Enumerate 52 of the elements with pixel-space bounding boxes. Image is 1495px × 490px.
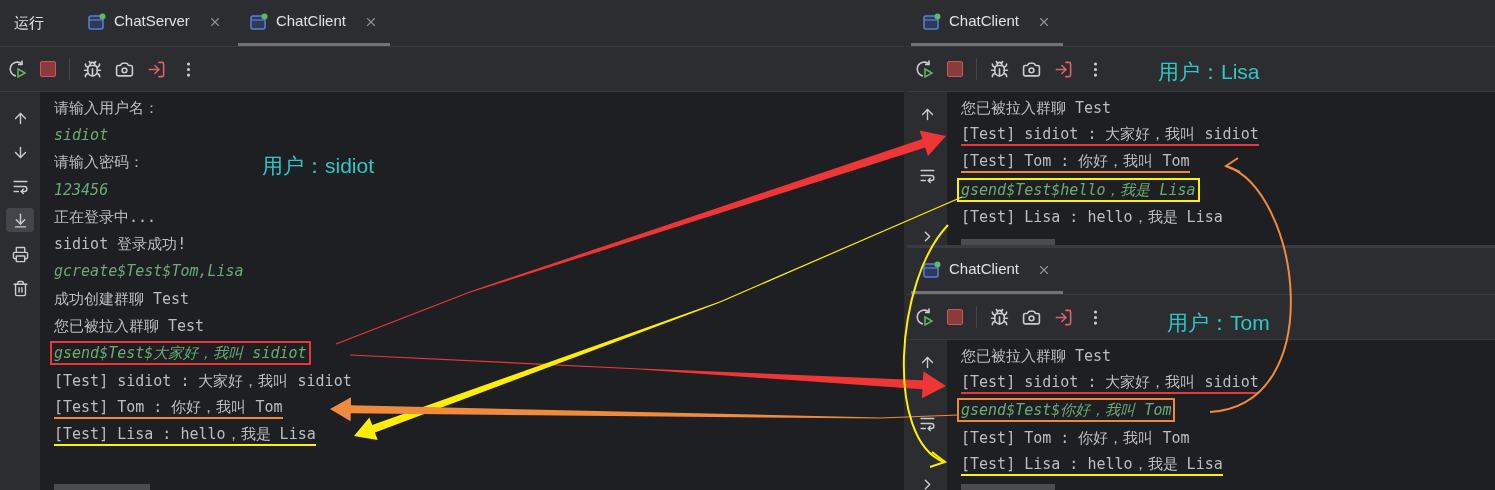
exit-icon[interactable] bbox=[1054, 307, 1073, 327]
exit-icon[interactable] bbox=[1054, 59, 1073, 79]
console-line: [Test] Tom : 你好，我叫 Tom bbox=[961, 427, 1190, 448]
soft-wrap-icon[interactable] bbox=[918, 167, 936, 184]
bug-icon[interactable] bbox=[990, 307, 1009, 327]
rerun-icon[interactable] bbox=[914, 59, 934, 79]
rerun-icon[interactable] bbox=[914, 307, 934, 327]
scrollbar-thumb[interactable] bbox=[54, 484, 150, 490]
console-line: 您已被拉入群聊 Test bbox=[54, 316, 205, 336]
rerun-icon[interactable] bbox=[7, 59, 27, 79]
app-window-icon bbox=[923, 260, 941, 279]
gutter-button[interactable] bbox=[6, 208, 34, 232]
typed-command: sidiot bbox=[54, 124, 109, 145]
typed-command: gsend$Test$大家好，我叫 sidiot bbox=[50, 341, 311, 366]
console-line: 成功创建群聊 Test bbox=[54, 288, 190, 309]
console-line: 您已被拉入群聊 Test bbox=[961, 97, 1112, 118]
console-line: 您已被拉入群聊 Test bbox=[961, 345, 1112, 366]
console-line: [Test] Tom : 你好，我叫 Tom bbox=[961, 151, 1190, 174]
typed-command: gcreate$Test$Tom,Lisa bbox=[54, 261, 244, 282]
console-line: [Test] Lisa : hello，我是 Lisa bbox=[961, 453, 1223, 476]
soft-wrap-icon[interactable] bbox=[918, 415, 936, 432]
exit-icon[interactable] bbox=[147, 59, 166, 79]
run-label: 运行 bbox=[13, 12, 45, 33]
console-line: [Test] sidiot : 大家好，我叫 sidiot bbox=[961, 123, 1259, 146]
camera-icon[interactable] bbox=[115, 59, 134, 79]
scrollbar-thumb[interactable] bbox=[961, 239, 1055, 245]
camera-icon[interactable] bbox=[1022, 59, 1041, 79]
typed-command: gsend$Test$hello，我是 Lisa bbox=[957, 177, 1200, 202]
user-annotation: 用户：sidiot bbox=[262, 153, 375, 179]
console-line: [Test] Lisa : hello，我是 Lisa bbox=[961, 206, 1223, 227]
scrollbar-thumb[interactable] bbox=[961, 484, 1055, 490]
bug-icon[interactable] bbox=[990, 59, 1009, 79]
console-line: 正在登录中... bbox=[54, 206, 157, 227]
console-line: 请输入用户名： bbox=[54, 97, 159, 118]
print-icon[interactable] bbox=[11, 245, 29, 263]
console-line: [Test] Tom : 你好，我叫 Tom bbox=[54, 396, 283, 419]
camera-icon[interactable] bbox=[1022, 307, 1041, 327]
run-tab[interactable]: ChatServer bbox=[76, 0, 234, 46]
console-line: [Test] sidiot : 大家好，我叫 sidiot bbox=[961, 371, 1259, 394]
trash-icon[interactable] bbox=[11, 279, 29, 297]
typed-command: gsend$Test$你好，我叫 Tom bbox=[957, 398, 1176, 423]
console-line: [Test] Lisa : hello，我是 Lisa bbox=[54, 424, 316, 447]
app-window-icon bbox=[88, 12, 106, 31]
console-line: 请输入密码： bbox=[54, 152, 144, 173]
user-annotation: 用户：Tom bbox=[1167, 310, 1270, 336]
app-window-icon bbox=[923, 12, 941, 31]
user-annotation: 用户：Lisa bbox=[1158, 59, 1260, 85]
console-line: sidiot 登录成功! bbox=[54, 234, 187, 255]
app-window-icon bbox=[249, 12, 268, 31]
bug-icon[interactable] bbox=[83, 59, 102, 79]
typed-command: 123456 bbox=[54, 179, 109, 200]
console-line: [Test] sidiot : 大家好，我叫 sidiot bbox=[54, 370, 352, 391]
